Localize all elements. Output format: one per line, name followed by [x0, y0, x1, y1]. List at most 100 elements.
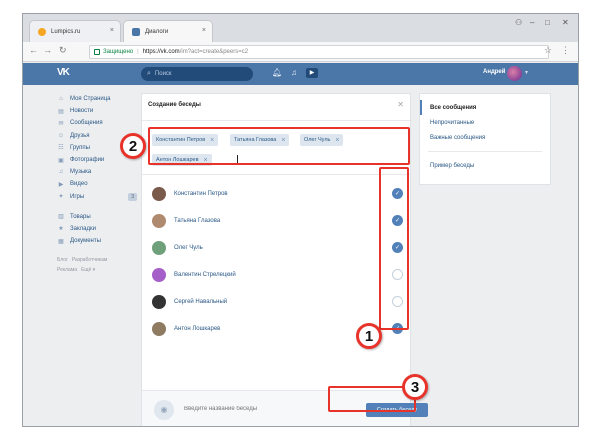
- example-chat-link[interactable]: Пример беседы: [420, 158, 550, 173]
- sidebar-item-label: Документы: [70, 238, 101, 245]
- search-icon: ⌕: [147, 70, 151, 77]
- tab-dialogs[interactable]: Диалоги ×: [123, 20, 213, 42]
- tab-title: Lumpics.ru: [51, 28, 81, 35]
- sidebar-item-label: Закладки: [70, 225, 96, 232]
- vk-logo-icon[interactable]: VK: [57, 67, 70, 78]
- username[interactable]: Андрей: [483, 69, 505, 75]
- messages-icon: ✉: [58, 120, 64, 127]
- divider: [142, 120, 410, 121]
- count-badge: 3: [128, 192, 137, 201]
- sidebar-item-video[interactable]: ▶ Видео: [57, 178, 137, 190]
- avatar: [152, 321, 166, 336]
- member-name: Олег Чуль: [174, 244, 203, 251]
- url-field[interactable]: Защищено | https://vk.com /im?act=create…: [89, 45, 549, 59]
- tokens-highlight: [148, 127, 410, 165]
- camera-icon[interactable]: ◉: [154, 400, 174, 420]
- avatar: [152, 213, 166, 228]
- bookmark-star-icon[interactable]: ☆: [544, 45, 552, 56]
- footer-link-dev[interactable]: Разработчикам: [72, 257, 108, 263]
- url-path: /im?act=create&peers=c2: [179, 49, 249, 55]
- music-note-icon[interactable]: ♫: [291, 68, 297, 77]
- sidebar-item-messages[interactable]: ✉ Сообщения: [57, 117, 137, 129]
- games-icon: ✦: [58, 194, 64, 201]
- divider: [142, 174, 410, 175]
- goods-icon: ▥: [58, 214, 64, 221]
- avatar: [152, 267, 166, 282]
- menu-icon[interactable]: ⋮: [561, 45, 570, 56]
- search-input[interactable]: ⌕ Поиск: [141, 67, 253, 81]
- music-icon: ♫: [58, 169, 64, 176]
- groups-icon: ☷: [58, 145, 64, 152]
- close-window-icon[interactable]: ✕: [562, 18, 569, 27]
- back-icon[interactable]: ←: [29, 45, 38, 55]
- sidebar-item-label: Группы: [70, 144, 90, 151]
- reload-icon[interactable]: ↻: [59, 45, 67, 56]
- footer-links: Блог Разработчикам Реклама Ещё ▾: [57, 255, 137, 275]
- filter-unread[interactable]: Непрочитанные: [420, 115, 550, 130]
- profile-icon[interactable]: ⚇: [515, 18, 522, 27]
- step-marker-1: 1: [356, 323, 382, 349]
- documents-icon: ▦: [58, 238, 64, 245]
- separator: |: [137, 49, 139, 55]
- photos-icon: ▣: [58, 157, 64, 164]
- tab-title: Диалоги: [145, 28, 169, 35]
- member-name: Константин Петров: [174, 190, 228, 197]
- member-row[interactable]: Татьяна Глазова ✓: [142, 207, 412, 234]
- sidebar-item-label: Друзья: [70, 132, 90, 139]
- avatar: [152, 294, 166, 309]
- close-tab-icon[interactable]: ×: [202, 27, 206, 34]
- member-name: Татьяна Глазова: [174, 217, 221, 224]
- chevron-down-icon[interactable]: ▾: [525, 69, 528, 76]
- footer-link-ads[interactable]: Реклама: [57, 267, 77, 273]
- lock-icon: [94, 49, 100, 55]
- filter-important[interactable]: Важные сообщения: [420, 130, 550, 145]
- sidebar-item-label: Моя Страница: [70, 96, 111, 103]
- checkboxes-highlight: [379, 167, 409, 330]
- minimize-icon[interactable]: –: [530, 18, 534, 27]
- secure-label: Защищено: [103, 49, 134, 55]
- tab-lumpics[interactable]: Lumpics.ru ×: [29, 20, 121, 42]
- sidebar-item-bookmarks[interactable]: ★ Закладки: [57, 223, 137, 235]
- sidebar-item-documents[interactable]: ▦ Документы: [57, 235, 137, 247]
- close-icon[interactable]: ✕: [397, 100, 404, 109]
- member-name: Валентин Стрелецкий: [174, 271, 236, 278]
- user-avatar[interactable]: [507, 66, 522, 81]
- sidebar-item-label: Видео: [70, 181, 88, 188]
- sidebar-item-news[interactable]: ▤ Новости: [57, 105, 137, 117]
- divider: [428, 151, 542, 152]
- member-row[interactable]: Олег Чуль ✓: [142, 234, 412, 261]
- left-sidebar: ⌂ Моя Страница ▤ Новости ✉ Сообщения ☺ Друзья ☷ Г…: [57, 93, 137, 275]
- bookmarks-icon: ★: [58, 226, 64, 233]
- notifications-bell-icon[interactable]: 🔔︎: [272, 68, 282, 77]
- messages-filter-panel: Все сообщения Непрочитанные Важные сообщ…: [419, 93, 551, 185]
- member-row[interactable]: Константин Петров ✓: [142, 180, 412, 207]
- maximize-icon[interactable]: □: [545, 18, 550, 27]
- footer-link-blog[interactable]: Блог: [57, 257, 68, 263]
- forward-icon[interactable]: →: [43, 45, 52, 55]
- member-row[interactable]: Сергей Навальный: [142, 288, 412, 315]
- member-name: Сергей Навальный: [174, 298, 228, 305]
- sidebar-item-label: Сообщения: [70, 120, 103, 127]
- avatar: [152, 240, 166, 255]
- sidebar-item-label: Товары: [70, 213, 91, 220]
- home-icon: ⌂: [59, 96, 63, 103]
- friends-icon: ☺: [57, 132, 65, 139]
- filter-all-messages[interactable]: Все сообщения: [420, 100, 550, 115]
- vk-favicon-icon: [132, 27, 140, 36]
- chat-name-input[interactable]: [184, 406, 314, 412]
- member-row[interactable]: Валентин Стрелецкий: [142, 261, 412, 288]
- sidebar-item-music[interactable]: ♫ Музыка: [57, 166, 137, 178]
- sidebar-item-home[interactable]: ⌂ Моя Страница: [57, 93, 137, 105]
- modal-title: Создание беседы: [148, 102, 201, 108]
- step-marker-2: 2: [120, 133, 146, 159]
- sidebar-item-label: Фотографии: [70, 157, 105, 164]
- sidebar-item-goods[interactable]: ▥ Товары: [57, 211, 137, 223]
- close-tab-icon[interactable]: ×: [110, 27, 114, 34]
- footer-link-more[interactable]: Ещё ▾: [81, 267, 95, 273]
- sidebar-item-games[interactable]: ✦ Игры 3: [57, 191, 137, 203]
- address-bar: ← → ↻ Защищено | https://vk.com /im?act=…: [23, 42, 578, 62]
- avatar: [152, 186, 166, 201]
- video-icon: ▶: [58, 181, 64, 188]
- play-icon[interactable]: ▶: [306, 68, 318, 78]
- sidebar-item-label: Новости: [70, 108, 94, 115]
